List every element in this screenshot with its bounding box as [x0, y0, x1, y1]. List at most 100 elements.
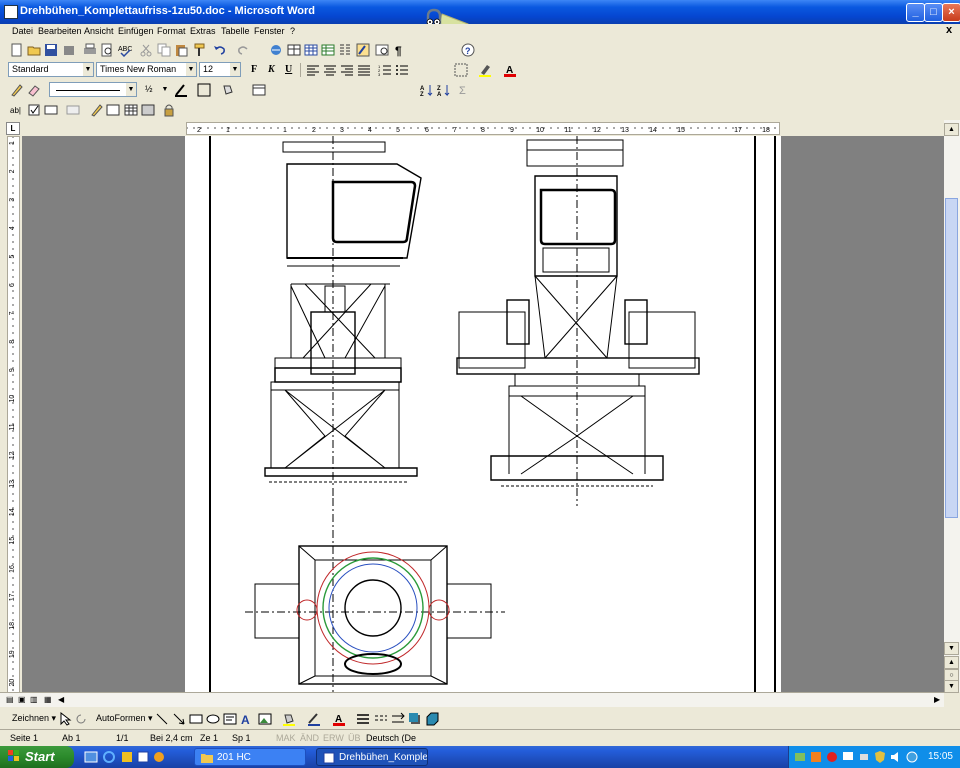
highlight-icon[interactable]	[478, 63, 492, 77]
numbering-icon[interactable]: 123	[378, 63, 392, 77]
font-dropdown-icon[interactable]: ▼	[186, 63, 196, 76]
print-preview-icon[interactable]	[100, 43, 114, 57]
outline-view-icon[interactable]: ▦	[44, 695, 52, 704]
title-bar[interactable]: Drehbühen_Komplettaufriss-1zu50.doc - Mi…	[0, 0, 960, 24]
outside-border-icon[interactable]	[197, 83, 211, 97]
line-style-icon[interactable]	[356, 712, 370, 726]
save-icon[interactable]	[44, 43, 58, 57]
menu-datei[interactable]: Datei	[12, 26, 33, 36]
tray-volume-icon[interactable]	[889, 750, 903, 764]
shadow-style-icon[interactable]	[408, 712, 422, 726]
task-folder-201hc[interactable]: 201 HC	[194, 748, 306, 766]
quicklaunch-ie-icon[interactable]	[102, 750, 116, 764]
scroll-left-button[interactable]: ◀	[58, 695, 64, 704]
help-icon[interactable]: ?	[461, 43, 475, 57]
insert-table-2-icon[interactable]	[252, 83, 266, 97]
shading-color-icon[interactable]	[221, 83, 235, 97]
arrow-tool-icon[interactable]	[172, 712, 186, 726]
menu-einfuegen[interactable]: Einfügen	[118, 26, 154, 36]
form-field-options-icon[interactable]	[66, 103, 80, 117]
menu-fenster[interactable]: Fenster	[254, 26, 285, 36]
previous-page-button[interactable]: ▲	[944, 656, 959, 669]
maximize-button[interactable]: □	[924, 3, 943, 22]
font-combo[interactable]: Times New Roman ▼	[96, 62, 197, 77]
print-layout-icon[interactable]: ▥	[30, 695, 38, 704]
permission-icon[interactable]	[62, 43, 76, 57]
justify-icon[interactable]	[357, 63, 371, 77]
tray-security-icon[interactable]	[873, 750, 887, 764]
menu-format[interactable]: Format	[157, 26, 186, 36]
scroll-down-button[interactable]: ▼	[944, 642, 959, 655]
style-dropdown-icon[interactable]: ▼	[83, 63, 93, 76]
wordart-icon[interactable]: A	[240, 712, 254, 727]
align-right-icon[interactable]	[340, 63, 354, 77]
line-style-combo[interactable]: ▼	[49, 82, 137, 97]
status-extend[interactable]: ERW	[323, 733, 344, 743]
close-document-button[interactable]: x	[946, 24, 952, 36]
scroll-right-button[interactable]: ▶	[934, 695, 940, 704]
align-left-icon[interactable]	[306, 63, 320, 77]
menu-extras[interactable]: Extras	[190, 26, 216, 36]
minimize-button[interactable]: _	[906, 3, 925, 22]
insert-excel-icon[interactable]	[321, 43, 335, 57]
autosum-icon[interactable]: Σ	[456, 83, 470, 97]
quicklaunch-app-icon[interactable]	[120, 750, 134, 764]
draw-pencil-icon[interactable]	[90, 103, 104, 117]
line-weight-combo[interactable]: ½ ▼	[141, 82, 171, 97]
document-area[interactable]	[22, 136, 944, 692]
sort-descending-icon[interactable]: ZA	[437, 83, 451, 98]
drawing-toggle-icon[interactable]	[356, 43, 370, 57]
menu-bearbeiten[interactable]: Bearbeiten	[38, 26, 82, 36]
sort-ascending-icon[interactable]: AZ	[420, 83, 434, 98]
underline-button[interactable]: U	[285, 64, 292, 75]
cut-icon[interactable]	[139, 43, 153, 57]
normal-view-icon[interactable]: ▤	[6, 695, 14, 704]
text-form-field-icon[interactable]: ab|	[10, 103, 24, 117]
quicklaunch-media-icon[interactable]	[152, 750, 166, 764]
next-page-button[interactable]: ▼	[944, 680, 959, 693]
tray-monitor-icon[interactable]	[841, 750, 855, 764]
insert-table-3-icon[interactable]	[124, 103, 138, 117]
3d-style-icon[interactable]	[425, 712, 439, 726]
checkbox-form-field-icon[interactable]	[27, 103, 41, 117]
tray-app-icon[interactable]	[809, 750, 823, 764]
document-map-icon[interactable]	[375, 43, 389, 57]
redo-icon[interactable]	[236, 43, 250, 57]
dash-style-icon[interactable]	[374, 712, 388, 726]
align-center-icon[interactable]	[323, 63, 337, 77]
tray-update-icon[interactable]	[905, 750, 919, 764]
italic-button[interactable]: K	[268, 64, 275, 75]
status-track-changes[interactable]: ÄND	[300, 733, 319, 743]
free-rotate-icon[interactable]	[74, 712, 88, 726]
draw-font-color-icon[interactable]: A	[332, 712, 346, 726]
quicklaunch-word-icon[interactable]	[136, 750, 150, 764]
status-overtype[interactable]: ÜB	[348, 733, 361, 743]
protect-form-icon[interactable]	[162, 103, 176, 117]
scroll-up-button[interactable]: ▲	[944, 123, 959, 136]
menu-ansicht[interactable]: Ansicht	[84, 26, 114, 36]
dropdown-form-field-icon[interactable]	[44, 103, 58, 117]
horizontal-ruler[interactable]: L 2 1 1 2 3 4 5 6 7 8 9 10 11 12 13 14 15 17 18	[0, 120, 960, 136]
scroll-thumb[interactable]	[945, 198, 958, 518]
oval-tool-icon[interactable]	[206, 712, 220, 726]
horizontal-scrollbar[interactable]: ▤ ▣ ▥ ▦ ◀ ▶	[0, 692, 944, 707]
style-combo[interactable]: Standard ▼	[8, 62, 94, 77]
web-view-icon[interactable]: ▣	[18, 695, 26, 704]
eraser-icon[interactable]	[27, 83, 41, 97]
line-weight-dropdown-icon[interactable]: ▼	[160, 83, 170, 96]
arrow-style-icon[interactable]	[391, 712, 405, 726]
tray-safely-remove-icon[interactable]	[857, 750, 871, 764]
vertical-scrollbar[interactable]: ▲ ▼ ▲ ○ ▼	[944, 120, 960, 693]
bullets-icon[interactable]	[395, 63, 409, 77]
print-icon[interactable]	[83, 43, 97, 57]
tab-selector[interactable]: L	[6, 122, 20, 135]
font-size-combo[interactable]: 12 ▼	[199, 62, 241, 77]
line-color-icon[interactable]	[307, 712, 321, 726]
autoshapes-menu-button[interactable]: AutoFormen ▾	[96, 713, 153, 724]
document-page[interactable]	[185, 136, 781, 692]
insert-frame-icon[interactable]	[106, 103, 120, 117]
tray-network-icon[interactable]	[793, 750, 807, 764]
border-icon[interactable]	[454, 63, 468, 77]
word-app-icon[interactable]	[4, 5, 18, 19]
open-folder-icon[interactable]	[27, 43, 41, 57]
